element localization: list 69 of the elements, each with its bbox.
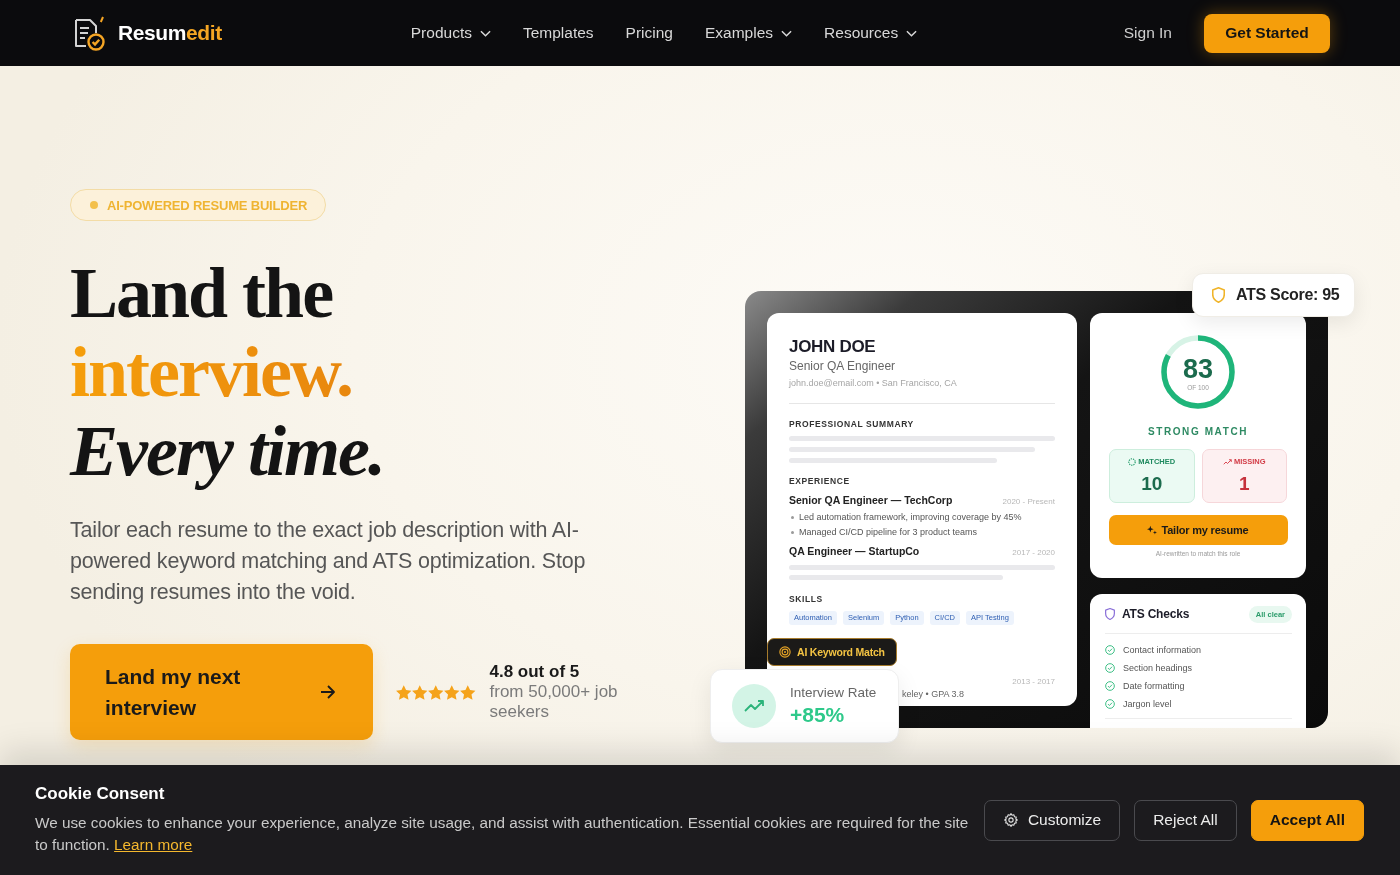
accept-all-button[interactable]: Accept All: [1250, 799, 1364, 841]
job-bullet-text: Led automation framework, improving coverage by 45%: [799, 512, 1022, 522]
sparkle-icon: [1147, 525, 1158, 535]
check-item-label: Date formatting: [1123, 681, 1185, 691]
bullet-icon: [791, 530, 794, 534]
customize-button[interactable]: Customize: [983, 799, 1121, 841]
nav-link[interactable]: Examples: [705, 24, 793, 42]
chevron-down-icon: [906, 29, 918, 37]
chevron-down-icon: [781, 29, 793, 37]
section-heading: PROFESSIONAL SUMMARY: [789, 419, 915, 429]
job-bullet-text: Managed CI/CD pipeline for 3 product teams: [799, 527, 978, 537]
tagline-text: AI-POWERED RESUME BUILDER: [107, 197, 308, 213]
logo-icon[interactable]: [74, 15, 106, 51]
tailor-resume-button[interactable]: Tailor my resume: [1108, 515, 1288, 545]
checks-title: ATS Checks: [1122, 607, 1190, 621]
matched-count: 10: [1141, 473, 1163, 495]
interview-rate-label: Interview Rate: [790, 684, 877, 701]
rating-caption: from 50,000+ job seekers: [489, 682, 619, 722]
star-icon: [412, 684, 428, 700]
star-icon: [444, 684, 460, 700]
job-dates: 2020 - Present: [1002, 497, 1055, 506]
sign-in-link[interactable]: Sign In: [1123, 24, 1172, 42]
education-detail: keley • GPA 3.8: [902, 689, 965, 699]
rating-score: 4.8 out of 5: [489, 662, 581, 682]
resume-name: JOHN DOE: [789, 337, 877, 356]
star-icon: [396, 684, 412, 700]
dot-icon: [90, 201, 98, 209]
keyword-match-text: AI Keyword Match: [797, 646, 885, 658]
learn-more-link[interactable]: Learn more: [114, 836, 193, 853]
hero-description: Tailor each resume to the exact job description with AI-powered keyword matching and ATS optimization. Stop sending resumes into the void.: [70, 517, 587, 606]
arrow-right-icon: [320, 685, 336, 699]
gear-icon: [1002, 812, 1019, 828]
nav-link[interactable]: Resources: [824, 24, 918, 42]
job-role: Senior QA Engineer — TechCorp: [789, 494, 953, 506]
land-interview-button[interactable]: Land my next interview: [70, 644, 373, 740]
job-dates: 2017 - 2020: [1012, 548, 1055, 557]
trending-up-icon: [732, 684, 776, 728]
interview-rate-value: +85%: [790, 702, 846, 728]
bullet-icon: [791, 515, 794, 519]
star-icon: [460, 684, 476, 700]
nav-link[interactable]: Templates: [522, 24, 594, 42]
section-heading: EXPERIENCE: [789, 476, 851, 486]
nav-link[interactable]: Products: [410, 24, 491, 42]
chevron-down-icon: [479, 29, 491, 37]
ats-score-text: ATS Score: 95: [1236, 286, 1340, 304]
cookie-text: We use cookies to enhance your experience, analyze site usage, and assist with authentication. Essential cookies are required for the site to function. Learn more: [35, 813, 970, 855]
check-item-label: Section headings: [1123, 663, 1193, 673]
job-role: QA Engineer — StartupCo: [789, 545, 920, 557]
match-verdict: STRONG MATCH: [1147, 426, 1249, 438]
missing-count: 1: [1238, 473, 1250, 495]
cookie-title: Cookie Consent: [35, 784, 166, 804]
check-item-label: Jargon level: [1123, 699, 1172, 709]
shield-icon: [1105, 608, 1115, 620]
resume-contact: john.doe@email.com • San Francisco, CA: [789, 378, 958, 389]
resume-job-title: Senior QA Engineer: [789, 359, 897, 373]
reject-all-button[interactable]: Reject All: [1134, 799, 1237, 841]
get-started-button[interactable]: Get Started: [1204, 13, 1330, 53]
score-value: 83: [1182, 354, 1213, 383]
dashed-circle-icon: [1128, 457, 1137, 466]
trend-arrow-icon: [1222, 458, 1232, 465]
shield-icon: [1212, 287, 1225, 303]
star-icon: [428, 684, 444, 700]
nav-link[interactable]: Pricing: [625, 24, 673, 42]
education-dates: 2013 - 2017: [1012, 677, 1055, 686]
check-item-label: Contact information: [1123, 645, 1202, 655]
hero-headline: Land the interview. Every time.: [70, 254, 384, 491]
section-heading: SKILLS: [789, 594, 824, 604]
target-icon: [779, 646, 791, 658]
logo-wordmark[interactable]: Resumedit: [118, 21, 222, 45]
